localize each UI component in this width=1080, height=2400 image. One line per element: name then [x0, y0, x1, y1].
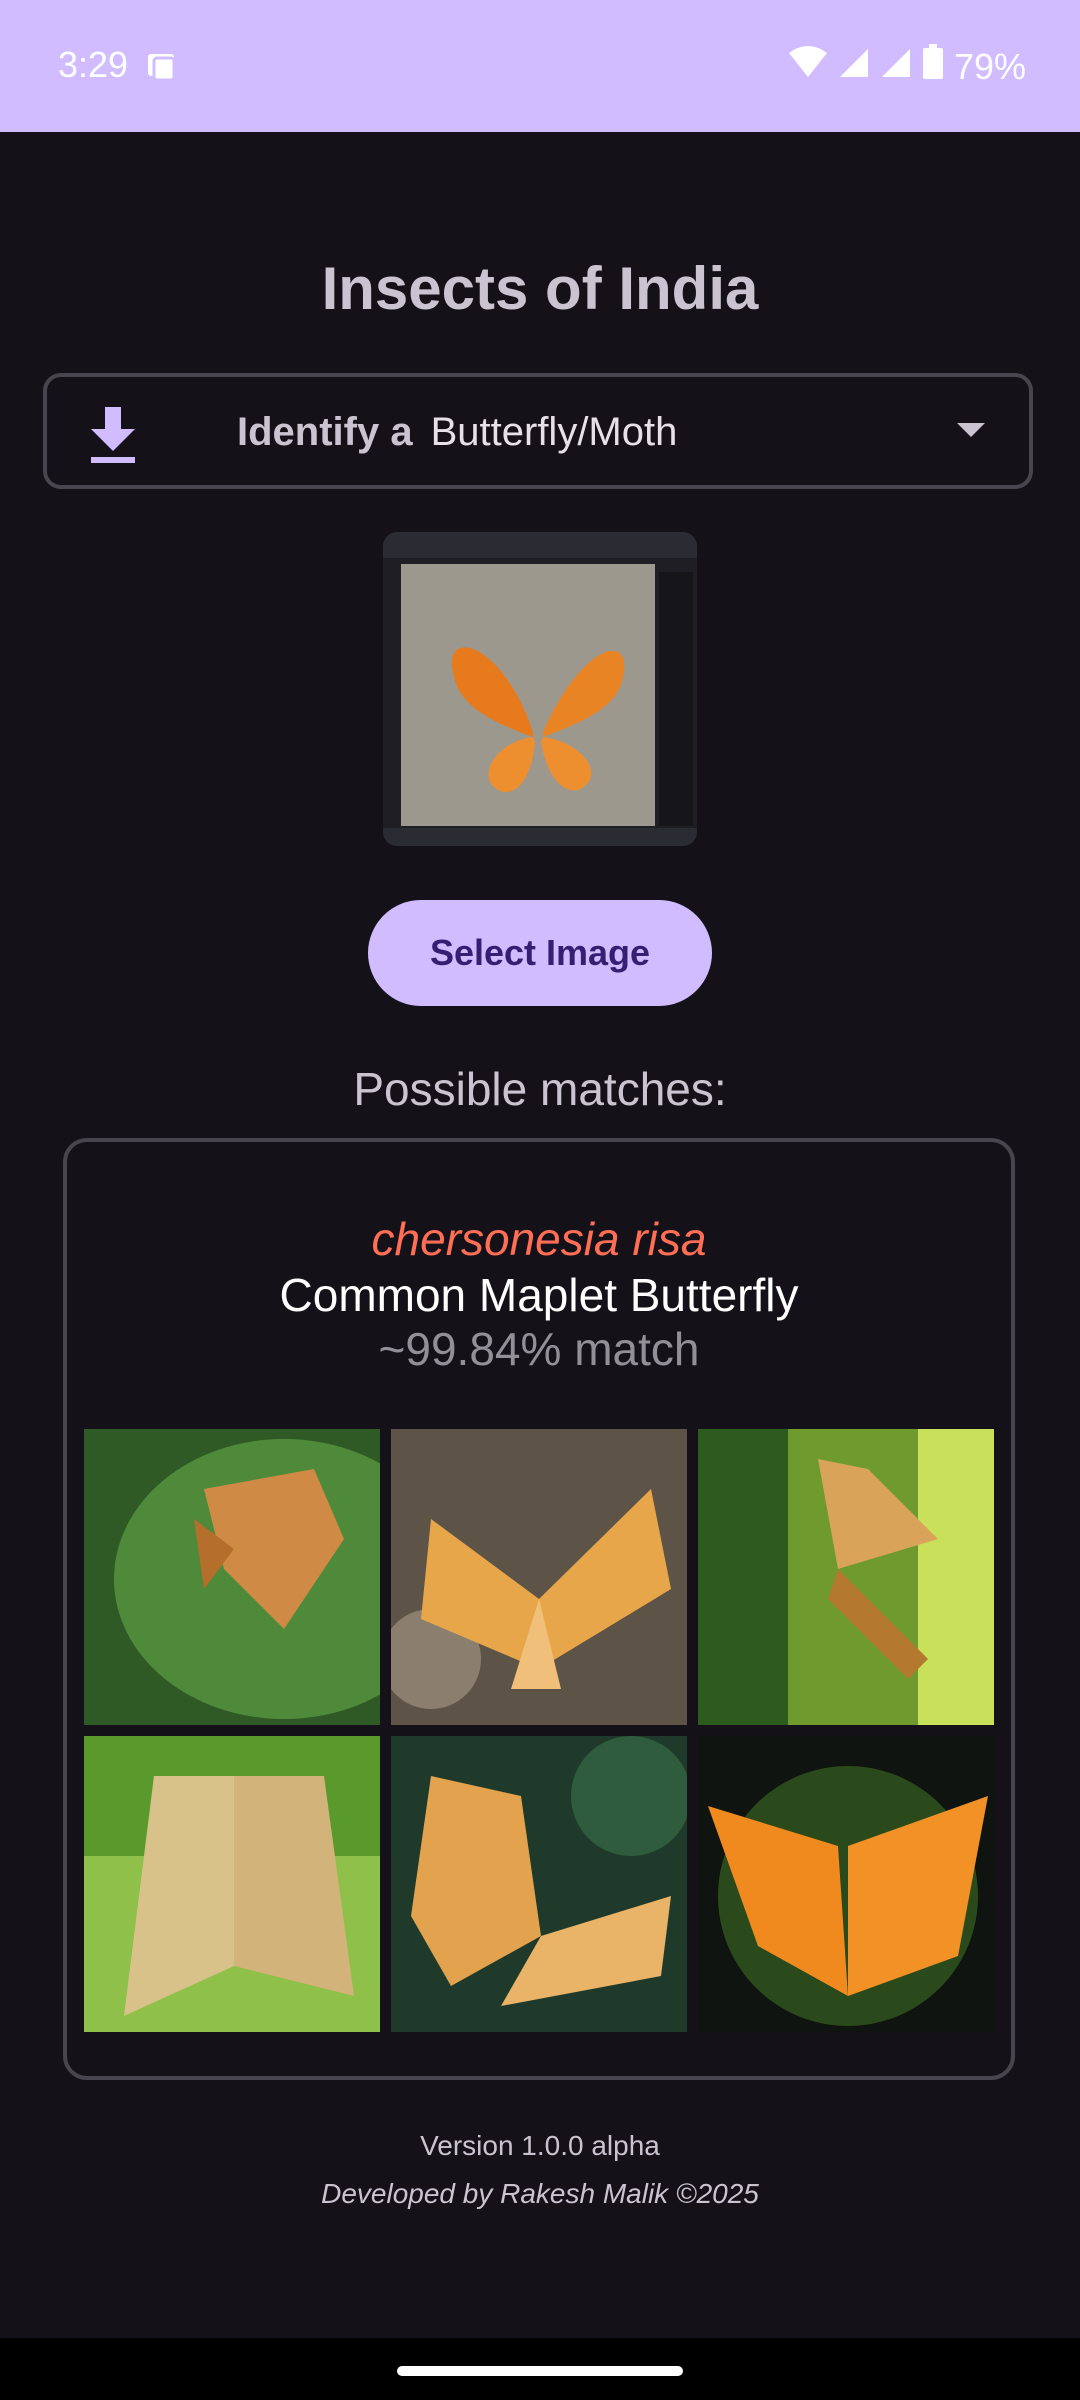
- dropdown-arrow-icon[interactable]: [957, 423, 985, 437]
- battery-icon: [922, 44, 944, 89]
- wifi-icon: [788, 45, 828, 88]
- reference-image[interactable]: [698, 1429, 994, 1725]
- notification-icon: [146, 50, 182, 89]
- reference-image[interactable]: [391, 1429, 687, 1725]
- insect-type-dropdown[interactable]: Identify a Butterfly/Moth: [43, 373, 1033, 489]
- dropdown-value: Butterfly/Moth: [430, 410, 678, 454]
- butterfly-photo-image: [383, 532, 697, 846]
- status-bar: 3:29 79%: [0, 0, 1080, 132]
- developer-credit: Developed by Rakesh Malik ©2025: [321, 2178, 759, 2209]
- battery-percent: 79%: [953, 45, 1026, 87]
- dropdown-prefix: Identify a: [237, 410, 413, 454]
- reference-image[interactable]: [84, 1429, 380, 1725]
- match-result-card: chersonesia risa Common Maplet Butterfly…: [63, 1138, 1015, 2080]
- matches-heading: Possible matches:: [353, 1063, 727, 1115]
- version-text: Version 1.0.0 alpha: [420, 2130, 660, 2161]
- preview-image: [383, 532, 697, 846]
- scientific-name: chersonesia risa: [371, 1213, 707, 1265]
- navigation-bar: [0, 2338, 1080, 2400]
- home-gesture-handle[interactable]: [397, 2366, 683, 2376]
- reference-image[interactable]: [698, 1736, 994, 2032]
- common-name: Common Maplet Butterfly: [279, 1269, 799, 1321]
- cell-signal-icon: [838, 46, 870, 88]
- cell-signal-icon: [880, 46, 912, 88]
- reference-image[interactable]: [391, 1736, 687, 2032]
- status-time: 3:29: [58, 44, 129, 85]
- download-icon[interactable]: [87, 407, 139, 470]
- match-confidence: ~99.84% match: [378, 1323, 700, 1375]
- select-image-button[interactable]: Select Image: [368, 900, 712, 1006]
- app-title: Insects of India: [321, 255, 759, 322]
- reference-image[interactable]: [84, 1736, 380, 2032]
- dropdown-label: Identify a Butterfly/Moth: [237, 410, 677, 455]
